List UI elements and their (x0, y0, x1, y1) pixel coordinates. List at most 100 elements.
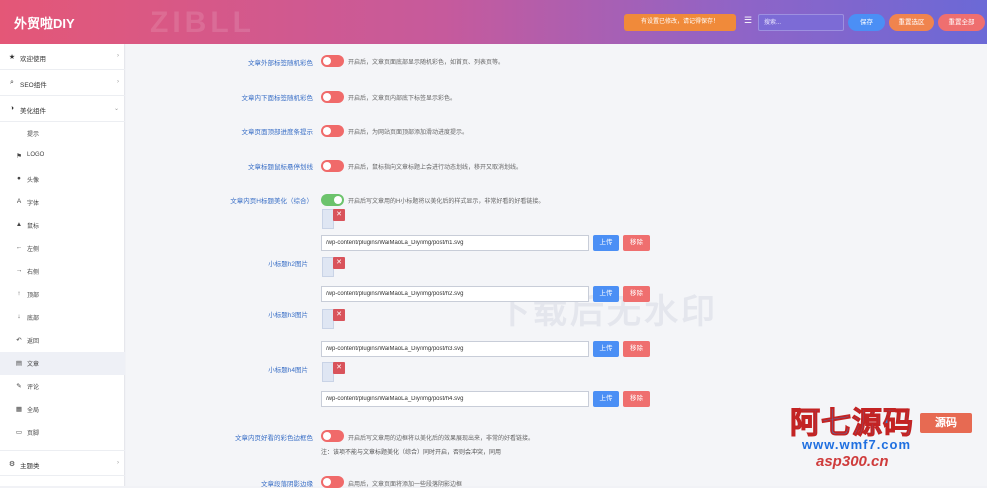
h3-image-preview: ✕ (322, 309, 345, 329)
sidebar-item-label: 美化组件 (20, 108, 46, 115)
logo-tag: 源码 (920, 413, 972, 433)
search-icon: ⌕ (10, 79, 14, 86)
sidebar-subitem-bottom[interactable]: ↓ 底部 (0, 306, 125, 329)
arrow-right-icon: → (15, 267, 23, 274)
setting-label: 文章标题鼠标悬停划线 (248, 164, 313, 171)
sidebar-subitem-tips[interactable]: 提示 (0, 122, 125, 145)
top-header: 外贸啦DIY ZIBLL 有设置已修改，请记得保存！ ☰ 保存 重置选区 重置全… (0, 0, 987, 44)
sidebar-item-label: SEO组件 (20, 82, 47, 89)
setting-label: 文章内页好看的彩色边框色 (235, 435, 313, 442)
chevron-right-icon: › (117, 53, 119, 59)
h1-image-preview: ✕ (322, 209, 345, 229)
h4-image-label: 小标题h4图片 (268, 367, 308, 374)
setting-label: 文章页面顶部进度条提示 (241, 129, 314, 136)
h4-image-path-input[interactable] (321, 391, 589, 407)
h3-upload-button[interactable]: 上传 (593, 341, 619, 357)
setting-label: 文章内页H标题美化（综合） (230, 198, 313, 205)
footer-icon: ▭ (15, 429, 23, 436)
cursor-icon: ▲ (15, 221, 23, 228)
setting-label: 文章段落阴影边缘 (261, 481, 313, 488)
h4-remove-button[interactable]: 移除 (623, 391, 650, 407)
h4-upload-button[interactable]: 上传 (593, 391, 619, 407)
save-button[interactable]: 保存 (848, 14, 885, 31)
sidebar-subitem-avatar[interactable]: ● 头像 (0, 168, 125, 191)
sidebar-item-welcome[interactable]: ★ 欢迎使用 › (0, 44, 125, 70)
h1-remove-button[interactable]: 移除 (623, 235, 650, 251)
list-toggle-icon[interactable]: ☰ (744, 16, 753, 25)
chevron-right-icon: › (117, 460, 119, 466)
h4-image-preview: ✕ (322, 362, 345, 382)
sidebar-subitem-cursor[interactable]: ▲ 鼠标 (0, 214, 125, 237)
setting-label: 文章内下面标签随机彩色 (241, 95, 314, 102)
setting-label: 文章外部标签随机彩色 (248, 60, 313, 67)
sidebar-item-seo[interactable]: ⌕ SEO组件 › (0, 70, 125, 96)
h3-remove-button[interactable]: 移除 (623, 341, 650, 357)
setting-note: 注：该项不能与文章标题美化（综合）同时开启，否则会冲突，同用 (321, 450, 502, 456)
star-icon: ★ (8, 54, 16, 61)
sidebar-subitem-article[interactable]: ▤ 文章 (0, 352, 125, 375)
sidebar-subitem-label: 全局 (27, 408, 40, 414)
h2-remove-button[interactable]: 移除 (623, 286, 650, 302)
setting-description: 开启后，鼠标指向文章标题上会进行动态划线，移开又取消划线。 (348, 165, 523, 171)
reset-all-button[interactable]: 重置全部 (938, 14, 985, 31)
sidebar-subitem-logo[interactable]: ⚑ LOGO (0, 145, 125, 168)
h3-image-label: 小标题h3图片 (268, 312, 308, 319)
sidebar-subitem-font[interactable]: A 字体 (0, 191, 125, 214)
search-input[interactable] (758, 14, 844, 31)
sidebar-item-theme[interactable]: ⚙ 主题类 › (0, 450, 125, 476)
paragraph-shadow-toggle[interactable] (321, 476, 344, 488)
sidebar-subitem-label: 页脚 (27, 431, 40, 437)
h2-image-label: 小标题h2图片 (268, 261, 308, 268)
inner-tag-color-toggle[interactable] (321, 91, 344, 103)
remove-image-icon[interactable]: ✕ (333, 309, 345, 321)
half-circle-icon: ◑ (9, 105, 15, 112)
reset-section-button[interactable]: 重置选区 (889, 14, 934, 31)
font-icon: A (16, 198, 22, 205)
sidebar-subitem-global[interactable]: ▦ 全局 (0, 398, 125, 421)
sidebar-subitem-label: 返回 (27, 339, 40, 345)
remove-image-icon[interactable]: ✕ (333, 257, 345, 269)
sidebar-subitem-left[interactable]: ← 左侧 (0, 237, 125, 260)
remove-image-icon[interactable]: ✕ (333, 209, 345, 221)
logo-url-text: www.wmf7.com (802, 437, 912, 452)
user-icon: ● (17, 175, 21, 182)
h2-image-preview: ✕ (322, 257, 345, 277)
sidebar: ★ 欢迎使用 › ⌕ SEO组件 › ◑ 美化组件 ⌄ 提示 ⚑ LOGO ● … (0, 44, 125, 486)
colorful-border-toggle[interactable] (321, 430, 344, 442)
grid-icon: ▦ (15, 406, 23, 413)
undo-icon: ↶ (16, 337, 22, 344)
logo-chinese-text: 阿七源码 (790, 407, 914, 441)
app-title: 外贸啦DIY (14, 16, 75, 31)
h3-image-path-input[interactable] (321, 341, 589, 357)
setting-description: 开启后写文章用的H小标题将以美化后的样式显示，非常好看的好看链接。 (348, 199, 545, 205)
sidebar-subitem-label: 右侧 (27, 270, 40, 276)
setting-description: 开启后，为网站页面顶部添加滑动进度提示。 (348, 130, 469, 136)
sidebar-item-beautify[interactable]: ◑ 美化组件 ⌄ (0, 96, 125, 122)
sidebar-subitem-label: 头像 (27, 178, 40, 184)
remove-image-icon[interactable]: ✕ (333, 362, 345, 374)
gears-icon: ⚙ (8, 461, 16, 468)
random-tag-color-toggle[interactable] (321, 55, 344, 67)
arrow-left-icon: ← (15, 244, 23, 251)
sidebar-subitem-back[interactable]: ↶ 返回 (0, 329, 125, 352)
h2-upload-button[interactable]: 上传 (593, 286, 619, 302)
sidebar-subitem-comment[interactable]: ✎ 评论 (0, 375, 125, 398)
setting-description: 启用后，文章页面将添加一些段落阴影边框 (348, 482, 463, 488)
h-title-beautify-toggle[interactable] (321, 194, 344, 206)
sidebar-subitem-label: 底部 (27, 316, 40, 322)
arrow-down-icon: ↓ (17, 313, 21, 320)
sidebar-item-label: 主题类 (20, 463, 40, 470)
title-hover-underline-toggle[interactable] (321, 160, 344, 172)
setting-description: 开启后，文章页面底部显示随机彩色，如首页、列表页等。 (348, 60, 505, 66)
sidebar-subitem-label: 提示 (27, 132, 40, 138)
sidebar-subitem-top[interactable]: ↑ 顶部 (0, 283, 125, 306)
h1-upload-button[interactable]: 上传 (593, 235, 619, 251)
h1-image-path-input[interactable] (321, 235, 589, 251)
progress-bar-toggle[interactable] (321, 125, 344, 137)
sidebar-subitem-label: 鼠标 (27, 224, 40, 230)
sidebar-subitem-footer[interactable]: ▭ 页脚 (0, 421, 125, 444)
sidebar-subitem-right[interactable]: → 右侧 (0, 260, 125, 283)
arrow-up-icon: ↑ (17, 290, 21, 297)
h2-image-path-input[interactable] (321, 286, 589, 302)
sidebar-subitem-label: 左侧 (27, 247, 40, 253)
